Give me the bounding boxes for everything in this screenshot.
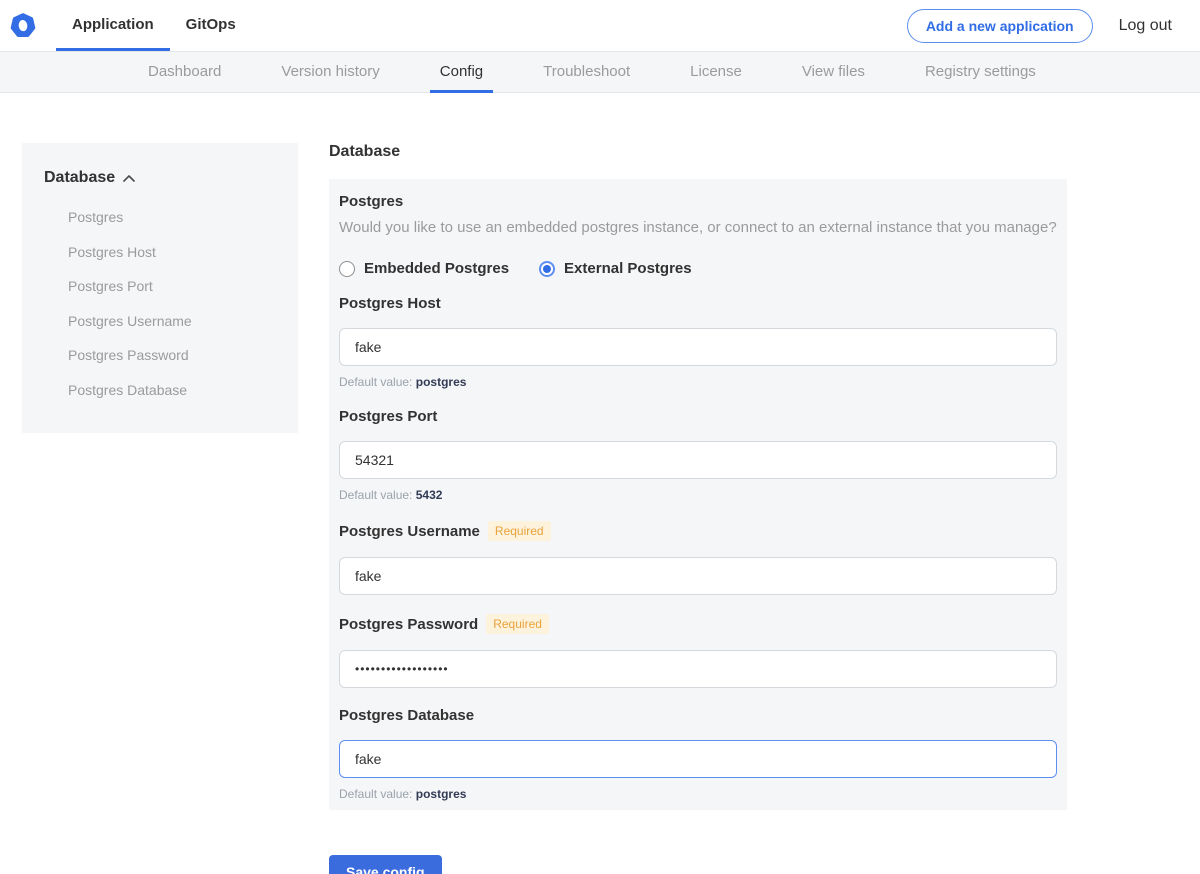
page-title: Database <box>329 143 1067 161</box>
config-page: Database Postgres Postgres Host Postgres… <box>0 93 1200 874</box>
config-sidebar: Database Postgres Postgres Host Postgres… <box>22 143 298 433</box>
tab-application[interactable]: Application <box>56 0 170 51</box>
field-label: Postgres Password <box>339 616 478 633</box>
field-label: Postgres Host <box>339 295 441 312</box>
field-postgres-database: Postgres Database Default value: postgre… <box>339 707 1057 801</box>
field-default-value: Default value: postgres <box>339 375 1057 389</box>
save-config-button[interactable]: Save config <box>329 855 442 874</box>
logout-link[interactable]: Log out <box>1119 17 1172 35</box>
subtab-version-history[interactable]: Version history <box>271 52 389 93</box>
field-label: Postgres Database <box>339 707 474 724</box>
radio-selected-icon <box>539 261 555 277</box>
sidebar-item-postgres-database[interactable]: Postgres Database <box>44 373 278 408</box>
postgres-host-input[interactable] <box>339 328 1057 366</box>
subtab-config[interactable]: Config <box>430 52 493 93</box>
add-new-application-button[interactable]: Add a new application <box>907 9 1093 43</box>
postgres-database-input[interactable] <box>339 740 1057 778</box>
field-label: Postgres Port <box>339 408 437 425</box>
top-nav-right: Add a new application Log out <box>907 0 1200 51</box>
required-badge: Required <box>488 521 551 541</box>
sidebar-item-postgres[interactable]: Postgres <box>44 200 278 235</box>
radio-label: External Postgres <box>564 260 692 277</box>
app-subnav: Dashboard Version history Config Trouble… <box>0 51 1200 93</box>
sidebar-group-label: Database <box>44 169 115 187</box>
field-postgres-password: Postgres Password Required <box>339 614 1057 688</box>
group-name: Postgres <box>339 193 1057 210</box>
field-postgres-host: Postgres Host Default value: postgres <box>339 295 1057 389</box>
field-postgres-port: Postgres Port Default value: 5432 <box>339 408 1057 502</box>
sidebar-item-postgres-username[interactable]: Postgres Username <box>44 304 278 339</box>
postgres-password-input[interactable] <box>339 650 1057 688</box>
subtab-dashboard[interactable]: Dashboard <box>138 52 231 93</box>
sidebar-group-database[interactable]: Database <box>44 169 278 187</box>
config-main: Database Postgres Would you like to use … <box>329 93 1067 874</box>
subtab-view-files[interactable]: View files <box>792 52 875 93</box>
radio-external-postgres[interactable]: External Postgres <box>539 260 692 277</box>
app-logo[interactable] <box>10 0 36 51</box>
sidebar-item-postgres-port[interactable]: Postgres Port <box>44 269 278 304</box>
subtab-troubleshoot[interactable]: Troubleshoot <box>533 52 640 93</box>
postgres-username-input[interactable] <box>339 557 1057 595</box>
field-default-value: Default value: 5432 <box>339 488 1057 502</box>
required-badge: Required <box>486 614 549 634</box>
top-tabs: Application GitOps <box>56 0 252 51</box>
chevron-up-icon <box>123 175 135 182</box>
postgres-radio-group: Embedded Postgres External Postgres <box>339 260 1057 277</box>
radio-label: Embedded Postgres <box>364 260 509 277</box>
subtab-registry-settings[interactable]: Registry settings <box>915 52 1046 93</box>
top-nav: Application GitOps Add a new application… <box>0 0 1200 51</box>
field-default-value: Default value: postgres <box>339 787 1057 801</box>
radio-unselected-icon <box>339 261 355 277</box>
subtab-license[interactable]: License <box>680 52 752 93</box>
kots-logo-icon <box>10 13 36 39</box>
sidebar-item-postgres-password[interactable]: Postgres Password <box>44 338 278 373</box>
group-help-text: Would you like to use an embedded postgr… <box>339 220 1057 235</box>
sidebar-item-postgres-host[interactable]: Postgres Host <box>44 235 278 270</box>
tab-gitops[interactable]: GitOps <box>170 0 252 51</box>
radio-embedded-postgres[interactable]: Embedded Postgres <box>339 260 509 277</box>
field-postgres-username: Postgres Username Required <box>339 521 1057 595</box>
field-label: Postgres Username <box>339 523 480 540</box>
postgres-port-input[interactable] <box>339 441 1057 479</box>
config-group-card: Postgres Would you like to use an embedd… <box>329 179 1067 810</box>
